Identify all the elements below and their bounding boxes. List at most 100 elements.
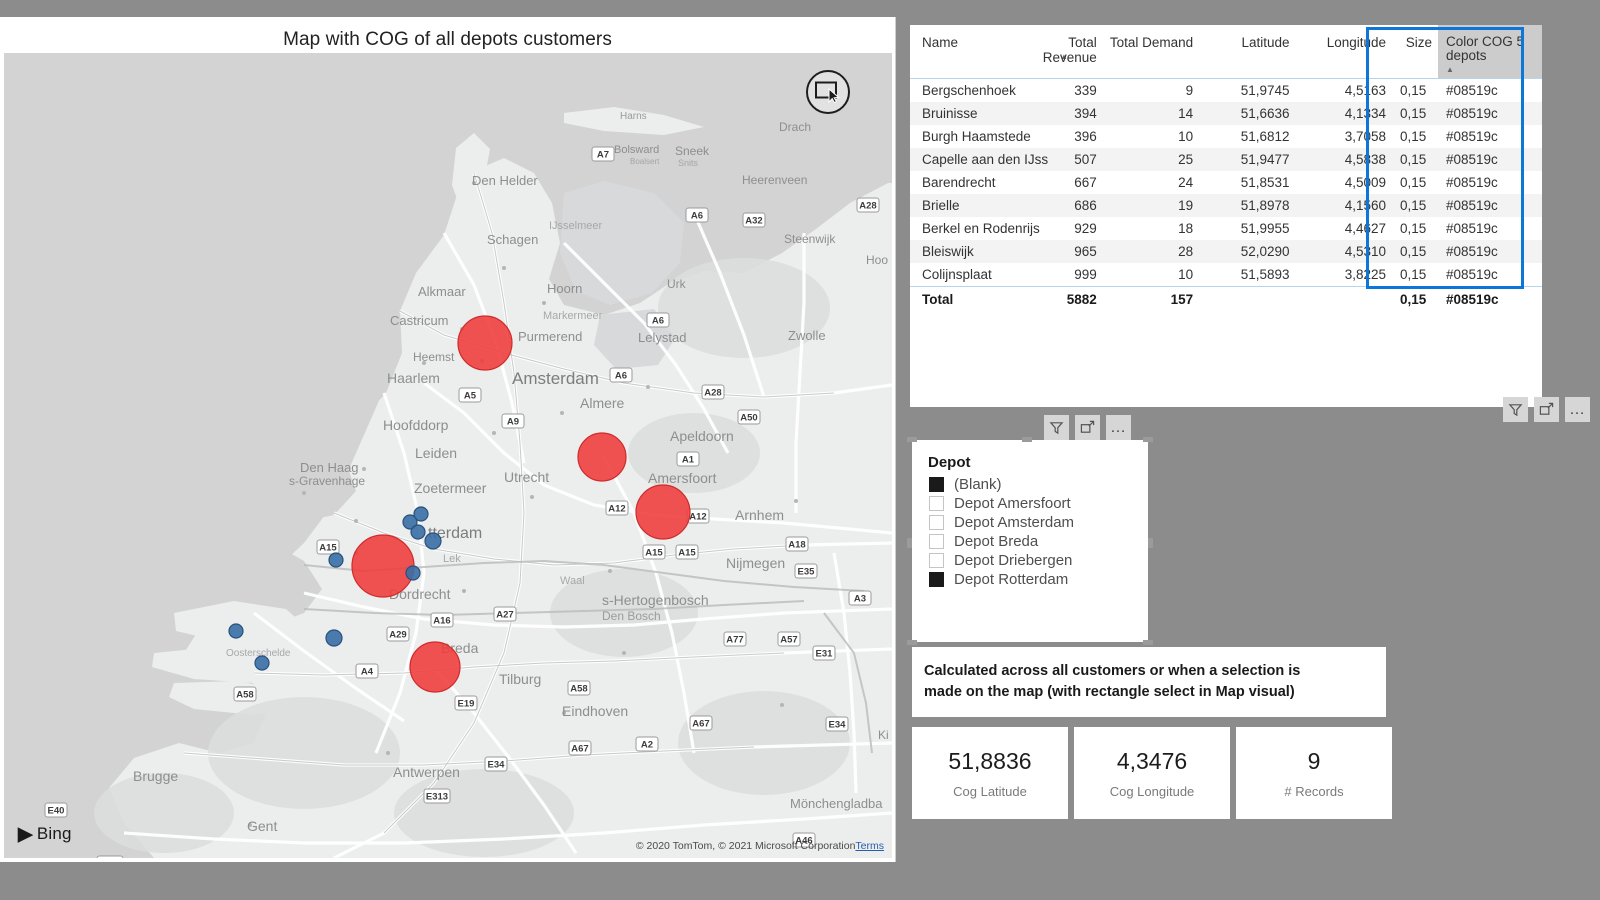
bing-label: Bing [36, 824, 72, 843]
depot-bubble[interactable] [457, 315, 513, 371]
cell-total-demand: 28 [1102, 240, 1200, 263]
slicer-item-list[interactable]: (Blank) Depot Amersfoort Depot Amsterdam De… [912, 475, 1148, 589]
slicer-item[interactable]: Depot Breda [912, 532, 1148, 551]
depot-customer-table[interactable]: Name ▲ Total Revenue Total Demand Latitu… [910, 25, 1542, 312]
table-total-row: Total 5882 157 0,15 #08519c [910, 286, 1542, 313]
cell-color: #08519c [1446, 129, 1498, 144]
customer-bubble[interactable] [410, 524, 426, 540]
table-row[interactable]: Berkel en Rodenrijs 929 18 51,9955 4,4627 0,1… [910, 217, 1542, 240]
customer-bubble[interactable] [325, 629, 343, 647]
cell-color: #08519c [1446, 175, 1498, 190]
filter-icon[interactable] [1503, 397, 1528, 422]
map-attribution: © 2020 TomTom, © 2021 Microsoft Corporat… [636, 840, 884, 852]
cell-name: Barendrecht [922, 175, 996, 190]
cell-total-revenue: 394 [1006, 102, 1103, 125]
column-header-longitude[interactable]: Longitude [1296, 25, 1392, 79]
total-demand: 157 [1170, 292, 1194, 307]
slicer-item[interactable]: (Blank) [912, 475, 1148, 494]
slicer-item[interactable]: Depot Amersfoort [912, 494, 1148, 513]
table-visual-toolbar[interactable]: … [1503, 397, 1590, 422]
focus-mode-icon[interactable] [1075, 415, 1100, 440]
total-longitude [1296, 287, 1392, 313]
sort-ascending-icon: ▲ [1446, 65, 1454, 74]
cell-latitude: 51,9477 [1199, 148, 1296, 171]
filter-icon[interactable] [1044, 415, 1069, 440]
table-row[interactable]: Bruinisse 394 14 51,6636 4,1334 0,15 #08519c [910, 102, 1542, 125]
cell-longitude: 4,1560 [1295, 194, 1392, 217]
cell-name: Burgh Haamstede [922, 129, 1031, 144]
table-header: Name ▲ Total Revenue Total Demand Latitu… [910, 25, 1542, 79]
cell-longitude: 3,7058 [1344, 129, 1386, 144]
depot-slicer-visual[interactable]: Depot (Blank) Depot Amersfoort Depot Amste… [907, 437, 1153, 645]
kpi-card[interactable]: 4,3476 Cog Longitude [1074, 727, 1230, 819]
cell-longitude: 4,5009 [1344, 175, 1386, 190]
column-header-name[interactable]: Name ▲ [910, 25, 1068, 79]
slicer-visual-toolbar[interactable]: … [1044, 415, 1131, 440]
slicer-item-label: Depot Breda [954, 533, 1039, 550]
bing-b-icon: ▶ [18, 823, 33, 845]
column-header-total-revenue[interactable]: Total Revenue [1006, 25, 1102, 79]
customer-bubble[interactable] [424, 532, 442, 550]
checkbox-unchecked-icon[interactable] [929, 534, 944, 549]
table-row[interactable]: Barendrecht 667 24 51,8531 4,5009 0,15 #08519c [910, 171, 1542, 194]
slicer-item-label: Depot Amsterdam [954, 514, 1075, 531]
column-header-color-cog-5-depots[interactable]: Color COG 5 depots ▲ [1438, 25, 1542, 79]
map-attribution-text: © 2020 TomTom, © 2021 Microsoft Corporat… [635, 840, 856, 852]
checkbox-unchecked-icon[interactable] [929, 515, 944, 530]
rectangle-select-tool-button[interactable] [806, 70, 850, 114]
cell-total-demand: 24 [1178, 175, 1194, 190]
more-options-icon[interactable]: … [1565, 397, 1590, 422]
cell-color: #08519c [1446, 83, 1498, 98]
cell-name: Bruinisse [910, 102, 1007, 125]
customer-bubble[interactable] [228, 623, 244, 639]
checkbox-checked-icon[interactable] [929, 572, 944, 587]
table-row[interactable]: Colijnsplaat 999 10 51,5893 3,8225 0,15 #08519… [910, 263, 1542, 287]
customer-bubble-layer [228, 506, 442, 671]
note-text: Calculated across all customers or when … [912, 661, 1312, 703]
slicer-item[interactable]: Depot Rotterdam [912, 570, 1148, 589]
focus-mode-icon[interactable] [1534, 397, 1559, 422]
checkbox-unchecked-icon[interactable] [929, 553, 944, 568]
cell-size: 0,15 [1400, 129, 1427, 144]
slicer-item[interactable]: Depot Amsterdam [912, 513, 1148, 532]
slicer-item[interactable]: Depot Driebergen [912, 551, 1148, 570]
kpi-label: Cog Longitude [1109, 783, 1195, 799]
kpi-value: 51,8836 [948, 747, 1032, 774]
column-header-size[interactable]: Size [1392, 25, 1438, 79]
table-visual[interactable]: Name ▲ Total Revenue Total Demand Latitu… [910, 25, 1542, 407]
more-options-icon[interactable]: … [1106, 415, 1131, 440]
cell-total-revenue: 686 [1006, 194, 1103, 217]
explanation-note-card: Calculated across all customers or when … [912, 647, 1386, 717]
depot-bubble[interactable] [409, 641, 461, 693]
table-row[interactable]: Bleiswijk 965 28 52,0290 4,5310 0,15 #08519c [910, 240, 1542, 263]
customer-bubble[interactable] [254, 655, 270, 671]
cell-size: 0,15 [1392, 102, 1438, 125]
depot-bubble[interactable] [577, 432, 627, 482]
customer-bubble[interactable] [328, 552, 344, 568]
checkbox-checked-icon[interactable] [929, 477, 944, 492]
map-visual[interactable]: Map with COG of all depots customers Har… [0, 17, 896, 862]
table-row[interactable]: Capelle aan den IJss 507 25 51,9477 4,5838 0,… [910, 148, 1542, 171]
cell-latitude: 51,6812 [1240, 129, 1290, 144]
customer-bubble[interactable] [413, 506, 429, 522]
depot-bubble[interactable] [351, 534, 415, 598]
column-header-total-demand[interactable]: Total Demand [1103, 25, 1199, 79]
column-header-latitude[interactable]: Latitude [1199, 25, 1295, 79]
table-row[interactable]: Burgh Haamstede 396 10 51,6812 3,7058 0,15 #08… [910, 125, 1542, 148]
table-row[interactable]: Bergschenhoek 339 9 51,9745 4,5163 0,15 #08519… [910, 79, 1542, 103]
table-row[interactable]: Brielle 686 19 51,8978 4,1560 0,15 #08519c [910, 194, 1542, 217]
slicer-item-label: Depot Amersfoort [954, 495, 1071, 512]
cell-latitude: 52,0290 [1199, 240, 1296, 263]
cell-name: Berkel en Rodenrijs [922, 221, 1040, 236]
map-data-bubbles[interactable] [4, 53, 892, 858]
checkbox-unchecked-icon[interactable] [929, 496, 944, 511]
slicer-item-label: Depot Rotterdam [954, 571, 1069, 588]
depot-bubble[interactable] [635, 484, 691, 540]
customer-bubble[interactable] [405, 565, 421, 581]
kpi-label: # Records [1284, 783, 1344, 799]
cell-total-revenue: 339 [1074, 83, 1097, 98]
map-terms-link[interactable]: Terms [855, 840, 884, 852]
kpi-card[interactable]: 51,8836 Cog Latitude [912, 727, 1068, 819]
map-canvas[interactable]: Harns Drach Bolsward Boalsert Sneek Snits Heer… [4, 53, 892, 858]
kpi-card[interactable]: 9 # Records [1236, 727, 1392, 819]
